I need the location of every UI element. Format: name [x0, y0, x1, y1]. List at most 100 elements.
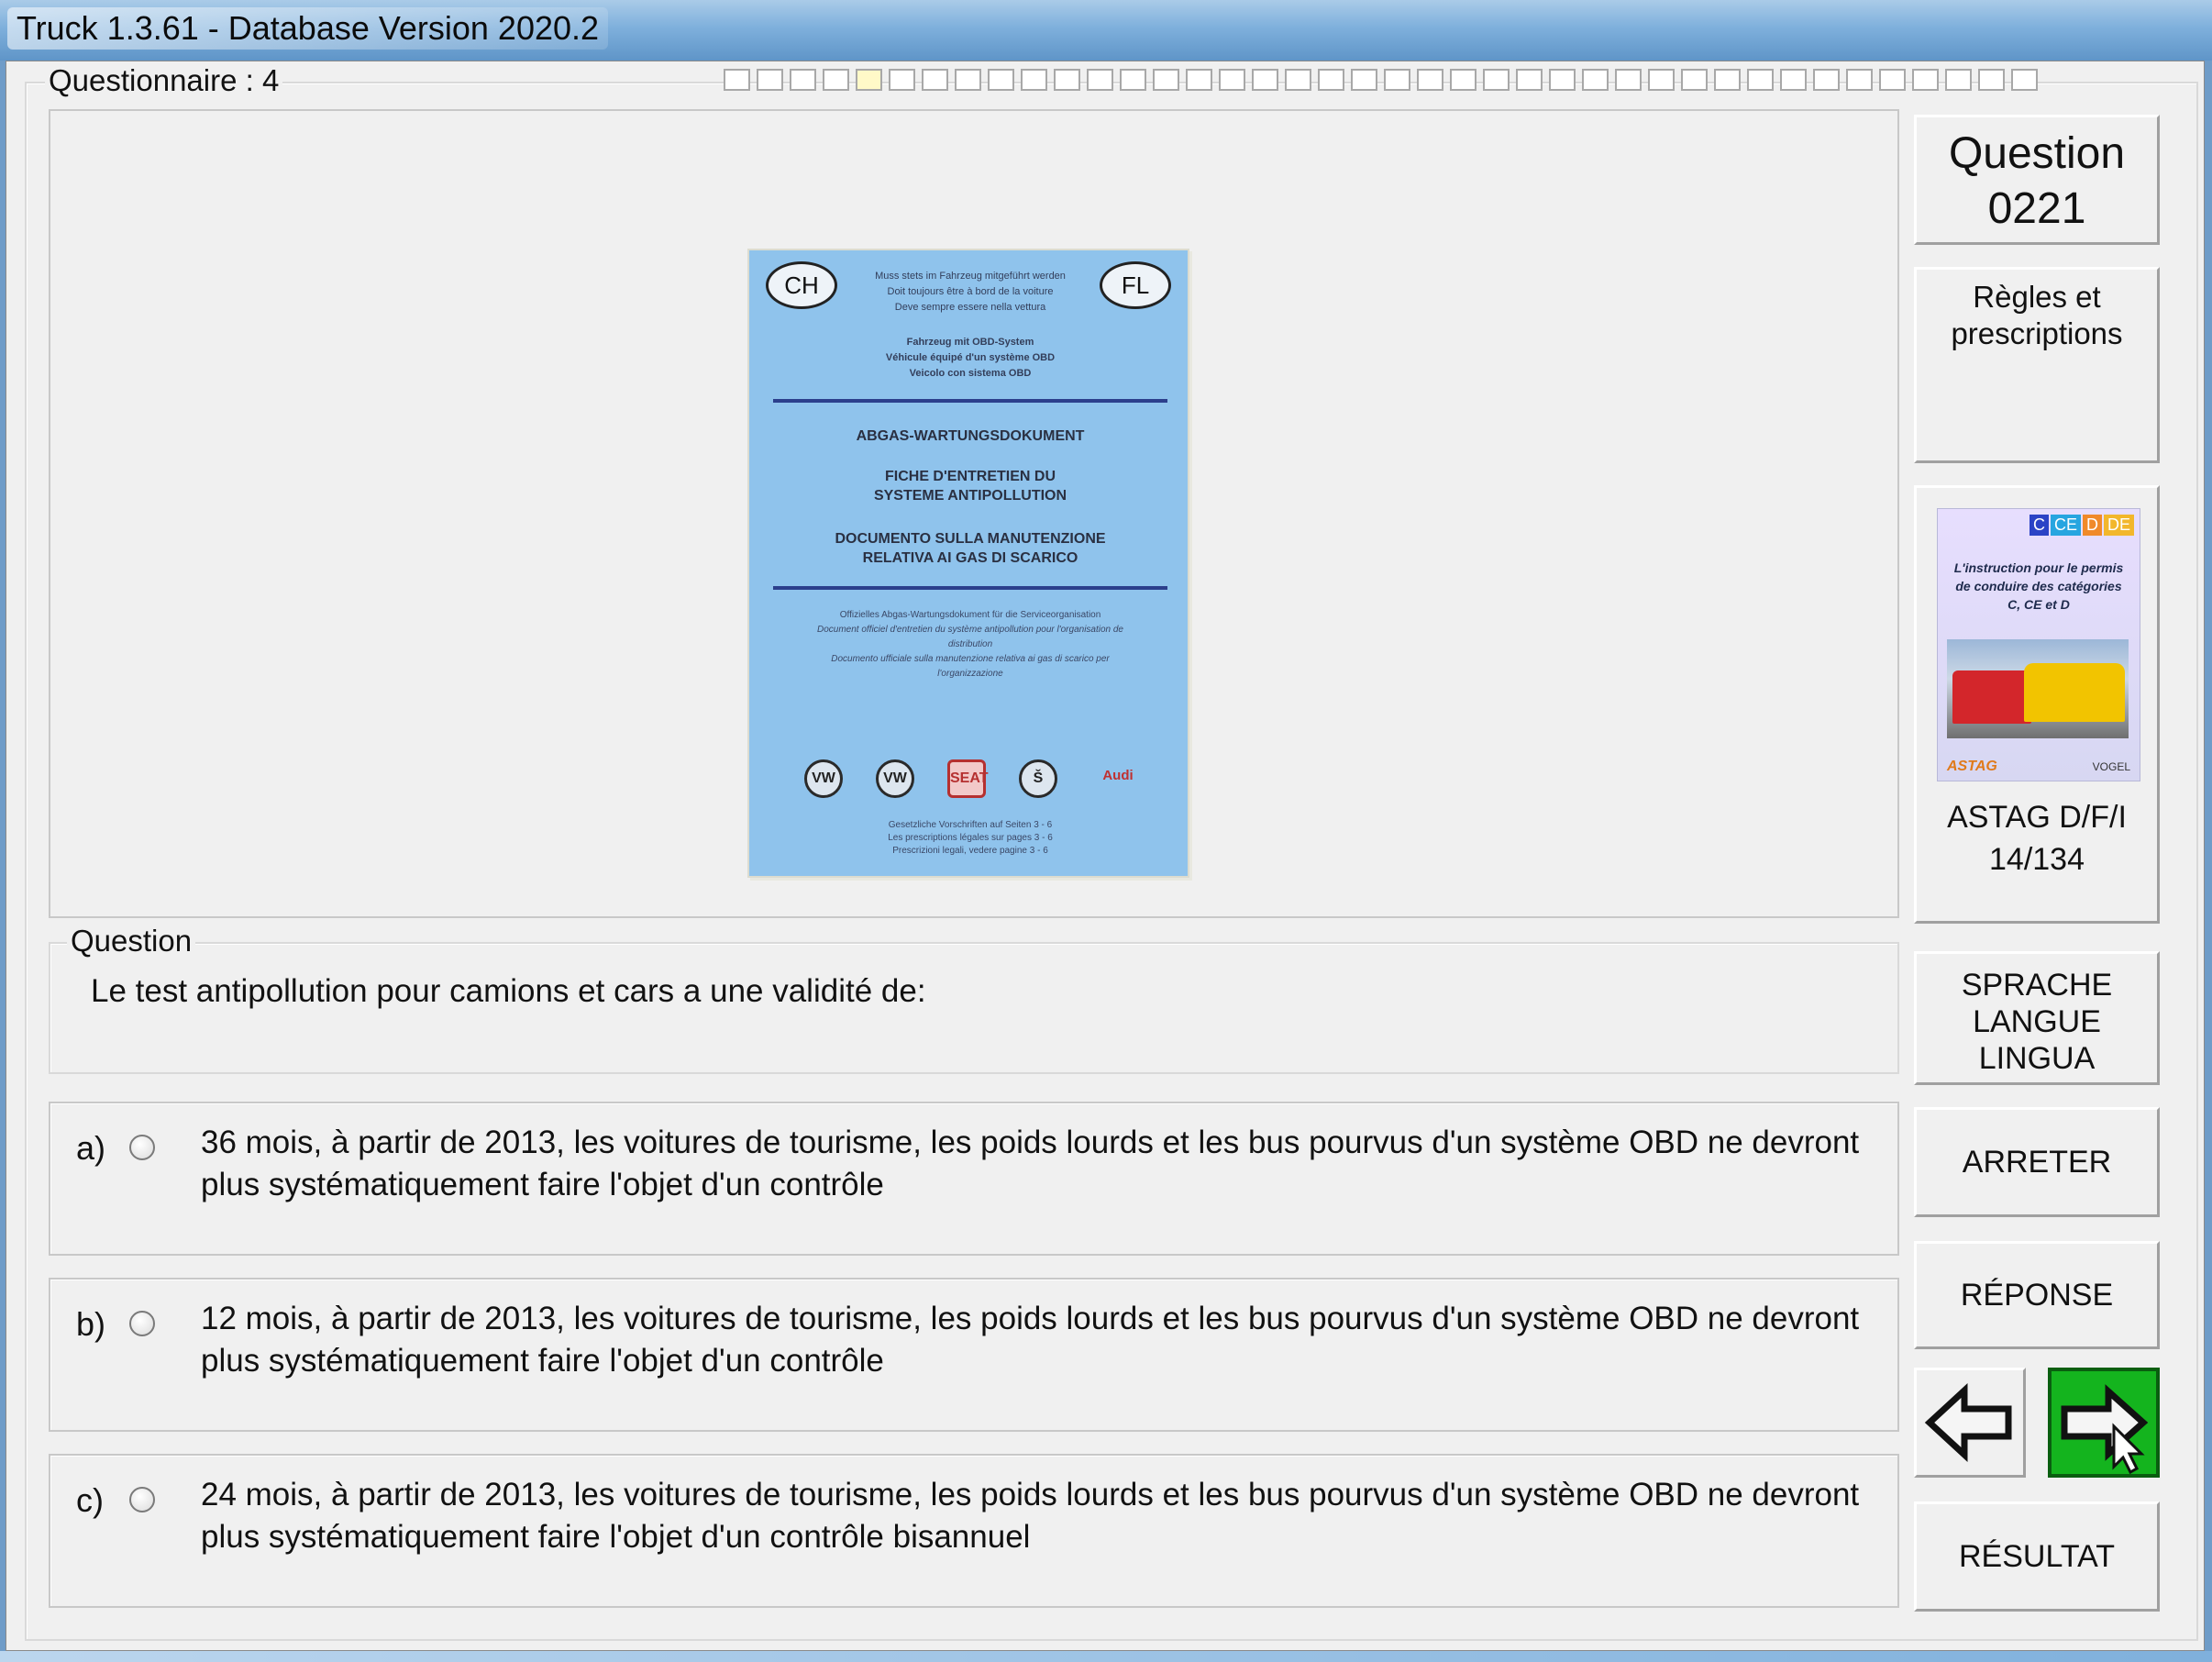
category-label: Règles et prescriptions	[1951, 280, 2123, 350]
question-group-label: Question	[67, 924, 196, 958]
category-badges: C CE D DE	[2029, 515, 2134, 536]
skoda-logo: Š	[1019, 759, 1057, 798]
booklet-footer: Gesetzliche Vorschriften auf Seiten 3 - …	[804, 819, 1136, 858]
progress-cell	[1285, 69, 1311, 91]
answer-option-b[interactable]: b) 12 mois, à partir de 2013, les voitur…	[49, 1278, 1899, 1432]
booklet-footer-line: Gesetzliche Vorschriften auf Seiten 3 - …	[888, 820, 1053, 830]
booklet-fine-line: Offizielles Abgas-Wartungsdokument für d…	[839, 610, 1101, 620]
answer-radio-b[interactable]	[129, 1311, 155, 1336]
answer-option-a[interactable]: a) 36 mois, à partir de 2013, les voitur…	[49, 1102, 1899, 1256]
arrow-left-icon	[1924, 1383, 2012, 1462]
progress-cell	[757, 69, 783, 91]
booklet-obd-notes: Fahrzeug mit OBD-System Véhicule équipé …	[859, 335, 1081, 382]
audi-logo: Audi	[1102, 768, 1134, 783]
progress-cell	[1483, 69, 1510, 91]
progress-cell	[1186, 69, 1212, 91]
booklet-heading-it: DOCUMENTO SULLA MANUTENZIONE RELATIVA AI…	[835, 531, 1106, 566]
question-group: Question Le test antipollution pour cami…	[49, 924, 1899, 1074]
progress-cell	[1516, 69, 1543, 91]
next-button[interactable]	[2048, 1368, 2160, 1478]
answer-letter: a)	[76, 1129, 106, 1167]
progress-cell	[1582, 69, 1609, 91]
vw-logo: VW	[804, 759, 843, 798]
language-label-fr: LANGUE	[1973, 1004, 2101, 1039]
progress-cell	[988, 69, 1014, 91]
book-cover-title: L'instruction pour le permis de conduire…	[1953, 560, 2124, 612]
progress-cell	[1450, 69, 1477, 91]
progress-cell	[1417, 69, 1443, 91]
window-title: Truck 1.3.61 - Database Version 2020.2	[7, 7, 609, 50]
question-progress-strip	[724, 69, 2038, 94]
progress-cell	[1615, 69, 1642, 91]
badge-d: D	[2082, 515, 2102, 536]
manufacturer-logos: VW VW SEAT Š Audi	[804, 759, 1145, 798]
book-source-title: ASTAG D/F/I	[1947, 800, 2127, 835]
astag-logo: ASTAG	[1947, 759, 1997, 774]
booklet-footer-line: Les prescriptions légales sur pages 3 - …	[888, 833, 1053, 843]
stop-button[interactable]: ARRETER	[1914, 1107, 2160, 1217]
progress-cell	[790, 69, 816, 91]
booklet-fine-print: Offizielles Abgas-Wartungsdokument für d…	[804, 608, 1136, 681]
vogel-logo: VOGEL	[2092, 760, 2130, 773]
progress-cell	[1813, 69, 1840, 91]
booklet-note: Fahrzeug mit OBD-System	[906, 337, 1034, 348]
progress-cell	[1879, 69, 1906, 91]
main-window: Questionnaire : 4 CH FL Muss stets im Fa…	[6, 61, 2205, 1651]
progress-cell	[1120, 69, 1146, 91]
book-reference-panel: C CE D DE L'instruction pour le permis d…	[1914, 485, 2160, 924]
progress-cell	[724, 69, 750, 91]
progress-cell	[1648, 69, 1675, 91]
truck-shape	[1952, 670, 2031, 724]
answer-letter: b)	[76, 1305, 106, 1343]
progress-cell	[955, 69, 981, 91]
booklet-note: Doit toujours être à bord de la voiture	[887, 286, 1054, 297]
booklet-note: Véhicule équipé d'un système OBD	[885, 352, 1056, 363]
question-number: 0221	[1987, 184, 2086, 233]
language-button[interactable]: SPRACHE LANGUE LINGUA	[1914, 951, 2160, 1085]
answer-text: 12 mois, à partir de 2013, les voitures …	[201, 1301, 1860, 1379]
booklet-top-notes: Muss stets im Fahrzeug mitgeführt werden…	[859, 269, 1081, 316]
progress-cell	[1549, 69, 1576, 91]
result-button[interactable]: RÉSULTAT	[1914, 1501, 2160, 1612]
questionnaire-group: Questionnaire : 4 CH FL Muss stets im Fa…	[25, 63, 2198, 1641]
vw-commercial-logo: VW	[876, 759, 914, 798]
booklet-divider	[773, 586, 1167, 590]
book-page: 14/134	[1989, 842, 2085, 877]
progress-cell	[1681, 69, 1708, 91]
language-label-it: LINGUA	[1978, 1041, 2096, 1076]
booklet-note: Veicolo con sistema OBD	[909, 368, 1032, 379]
obd-booklet-image: CH FL Muss stets im Fahrzeug mitgeführt …	[747, 249, 1189, 878]
progress-cell	[1318, 69, 1344, 91]
progress-cell	[856, 69, 882, 91]
previous-button[interactable]	[1914, 1368, 2026, 1478]
question-number-panel: Question 0221	[1914, 115, 2160, 245]
answer-option-c[interactable]: c) 24 mois, à partir de 2013, les voitur…	[49, 1454, 1899, 1608]
badge-ce: CE	[2050, 515, 2081, 536]
answer-text: 24 mois, à partir de 2013, les voitures …	[201, 1477, 1860, 1555]
progress-cell	[1219, 69, 1245, 91]
seat-logo: SEAT	[947, 759, 988, 798]
progress-cell	[1351, 69, 1377, 91]
questionnaire-label: Questionnaire : 4	[45, 63, 283, 98]
progress-cell	[2011, 69, 2038, 91]
progress-cell	[922, 69, 948, 91]
booklet-note: Deve sempre essere nella vettura	[894, 302, 1046, 313]
answer-radio-a[interactable]	[129, 1135, 155, 1160]
answer-radio-c[interactable]	[129, 1487, 155, 1512]
title-bar: Truck 1.3.61 - Database Version 2020.2	[0, 0, 2212, 61]
progress-cell	[889, 69, 915, 91]
progress-cell	[1780, 69, 1807, 91]
booklet-heading-de: ABGAS-WARTUNGSDOKUMENT	[856, 428, 1085, 444]
fl-country-badge: FL	[1100, 261, 1171, 309]
truck-bus-photo	[1947, 639, 2129, 738]
progress-cell	[1714, 69, 1741, 91]
booklet-heading-fr: FICHE D'ENTRETIEN DU SYSTEME ANTIPOLLUTI…	[873, 469, 1067, 504]
answer-button[interactable]: RÉPONSE	[1914, 1241, 2160, 1349]
bus-shape	[2024, 663, 2125, 722]
arrow-right-icon	[2061, 1384, 2149, 1475]
progress-cell	[1945, 69, 1972, 91]
progress-cell	[1384, 69, 1410, 91]
book-source: ASTAG D/F/I 14/134	[1917, 796, 2157, 881]
progress-cell	[1978, 69, 2005, 91]
badge-de: DE	[2103, 515, 2134, 536]
